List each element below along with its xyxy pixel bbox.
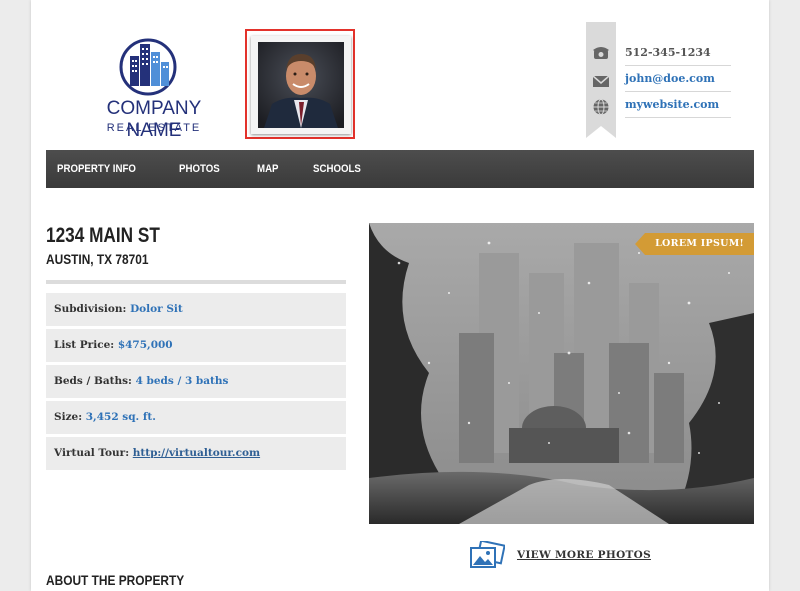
nav-map[interactable]: MAP [257,163,279,175]
company-name: COMPANY NAME [106,98,202,141]
page-container: COMPANY NAME REAL ESTATE 512-345-1234 jo… [31,0,769,591]
company-logo[interactable]: COMPANY NAME REAL ESTATE [84,38,224,141]
detail-list-price: List Price: $475,000 [46,329,346,362]
property-address-line2: AUSTIN, TX 78701 [46,251,149,267]
view-more-photos[interactable]: VIEW MORE PHOTOS [469,541,699,571]
snowy-city-image [369,223,754,524]
detail-value: 3,452 sq. ft. [85,411,156,423]
detail-value: 4 beds / 3 baths [135,375,229,387]
contact-email-link[interactable]: john@doe.com [625,72,715,85]
main-nav: PROPERTY INFO PHOTOS MAP SCHOOLS [46,150,754,188]
nav-schools[interactable]: SCHOOLS [313,163,361,175]
detail-subdivision: Subdivision: Dolor Sit [46,293,346,326]
virtual-tour-link[interactable]: http://virtualtour.com [133,447,260,459]
detail-label: Beds / Baths: [54,375,132,387]
nav-property-info[interactable]: PROPERTY INFO [57,163,136,175]
detail-label: Size: [54,411,83,423]
address-divider [46,280,346,284]
contact-list: 512-345-1234 john@doe.com mywebsite.com [625,40,731,118]
property-details: Subdivision: Dolor Sit List Price: $475,… [46,293,346,473]
photos-icon [470,541,505,568]
property-photo[interactable]: LOREM IPSUM! [369,223,754,524]
detail-label: Virtual Tour: [54,447,130,459]
globe-icon [593,99,609,115]
about-property-heading: ABOUT THE PROPERTY [46,572,185,588]
detail-beds-baths: Beds / Baths: 4 beds / 3 baths [46,365,346,398]
phone-icon [593,47,609,59]
agent-portrait-icon [258,42,344,128]
buildings-icon [119,38,177,96]
detail-label: List Price: [54,339,115,351]
view-more-photos-label[interactable]: VIEW MORE PHOTOS [517,549,651,561]
agent-photo[interactable] [251,36,351,134]
detail-size: Size: 3,452 sq. ft. [46,401,346,434]
company-tagline: REAL ESTATE [106,122,202,134]
detail-value: $475,000 [117,339,173,351]
detail-virtual-tour: Virtual Tour: http://virtualtour.com [46,437,346,470]
envelope-icon [592,75,610,87]
listing-badge: LOREM IPSUM! [635,233,754,255]
detail-label: Subdivision: [54,303,127,315]
contact-website-link[interactable]: mywebsite.com [625,98,719,111]
contact-phone[interactable]: 512-345-1234 [625,40,731,66]
nav-photos[interactable]: PHOTOS [179,163,220,175]
detail-value: Dolor Sit [130,303,183,315]
property-address-line1: 1234 MAIN ST [46,224,160,247]
